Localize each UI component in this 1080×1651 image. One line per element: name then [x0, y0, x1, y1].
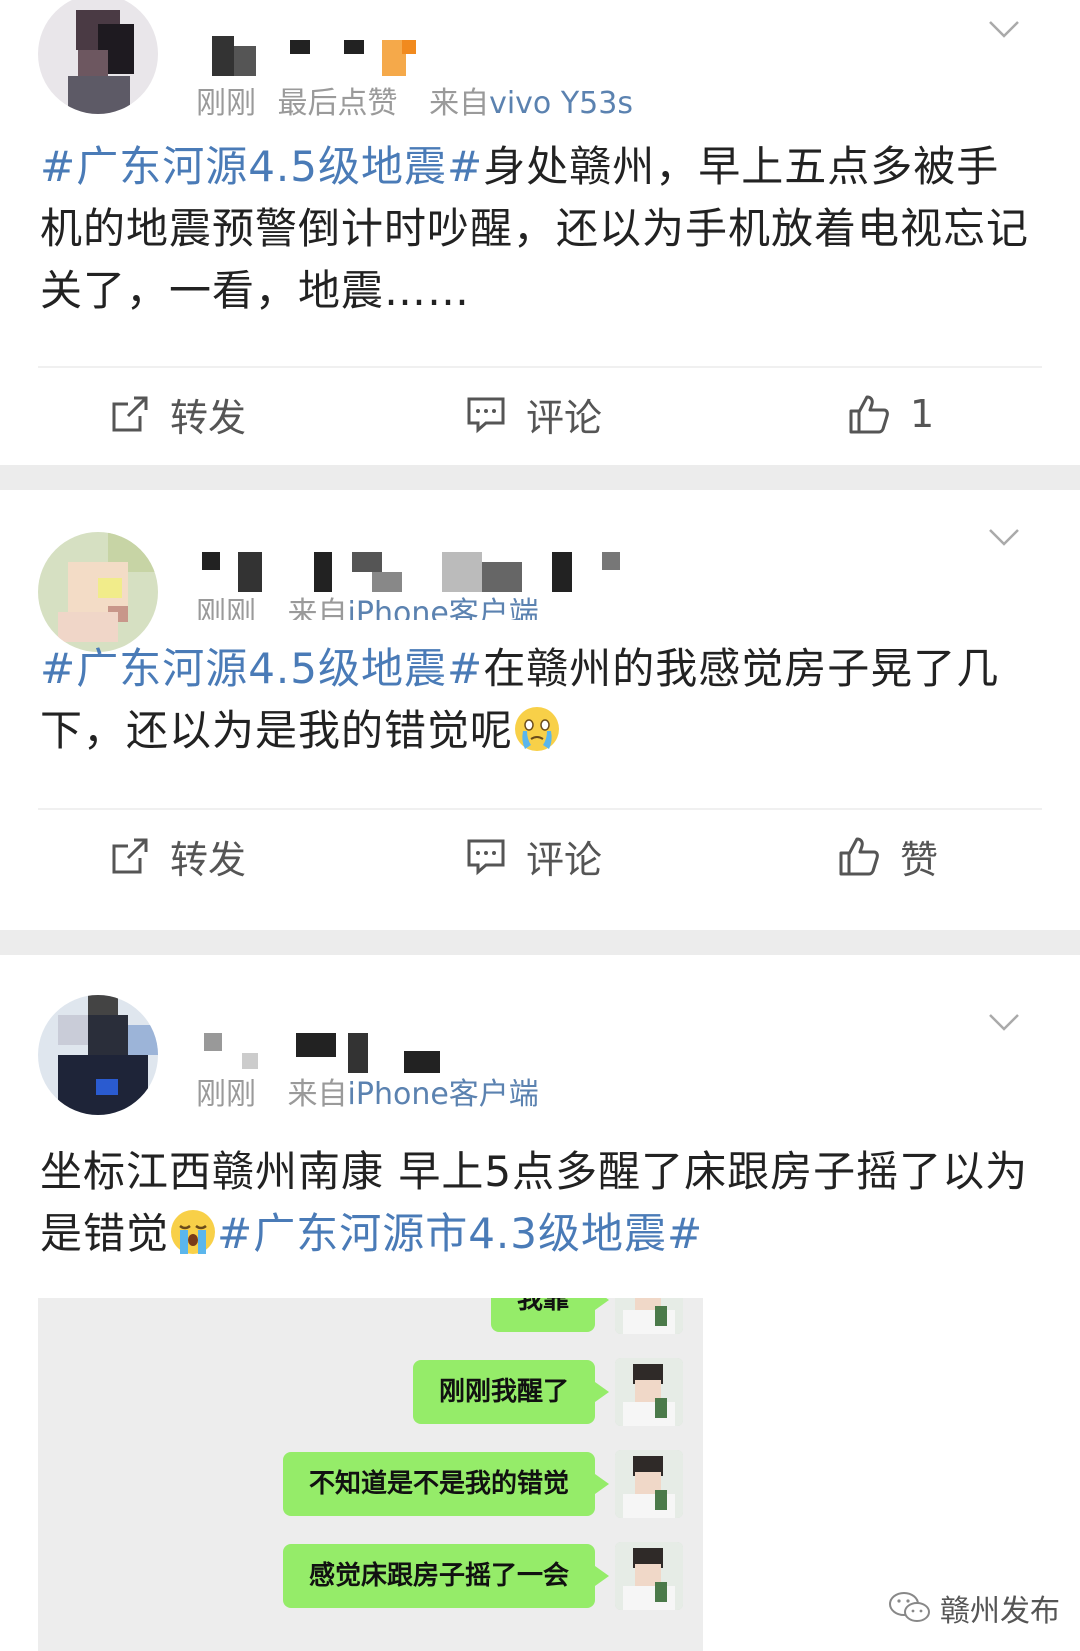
comment-icon: [467, 397, 505, 434]
divider: [38, 366, 1042, 368]
thumbs-up-icon: [849, 395, 889, 434]
thumbs-up-icon: [839, 837, 879, 876]
repost-button[interactable]: 转发: [110, 374, 246, 454]
chat-message: 刚刚我醒了: [438, 1377, 569, 1407]
source-prefix: 来自: [429, 86, 490, 121]
chat-bubble: 感觉床跟房子摇了一会: [282, 1544, 610, 1608]
hashtag-link[interactable]: #广东河源4.5级地震#: [40, 142, 483, 191]
chat-avatar: [615, 1542, 683, 1610]
post-meta: 刚刚 最后点赞 来自vivo Y53s: [196, 78, 633, 122]
feed-separator: [0, 930, 1080, 955]
last-like-label: 最后点赞: [277, 86, 398, 121]
post-time: 刚刚: [196, 1077, 256, 1112]
chat-screenshot-image[interactable]: 我靠 刚刚我醒了 不知道是不是我的错觉 感觉床跟房子摇了一会: [38, 1298, 703, 1651]
chat-message: 不知道是不是我的错觉: [308, 1469, 569, 1499]
username-blurred[interactable]: [212, 36, 416, 76]
comment-icon: [467, 839, 505, 876]
device-link[interactable]: iPhone客户端: [348, 1077, 539, 1112]
chevron-down-icon[interactable]: [988, 1005, 1020, 1037]
crying-face-icon: [515, 707, 560, 751]
username-blurred[interactable]: [202, 552, 622, 592]
avatar[interactable]: [38, 532, 158, 652]
post-card-1: 刚刚 最后点赞 来自vivo Y53s #广东河源4.5级地震#身处赣州，早上五…: [0, 0, 1080, 465]
repost-label: 转发: [170, 837, 247, 882]
post-text: #广东河源4.5级地震#在赣州的我感觉房子晃了几下，还以为是我的错觉呢: [40, 638, 1040, 762]
like-label: 赞: [900, 837, 939, 882]
feed-separator: [0, 465, 1080, 490]
chat-avatar: [615, 1450, 683, 1518]
like-button[interactable]: 1: [848, 374, 934, 454]
share-icon: [112, 396, 148, 432]
comment-label: 评论: [526, 837, 603, 882]
share-icon: [112, 838, 148, 874]
repost-label: 转发: [170, 395, 247, 440]
username-blurred[interactable]: [204, 1033, 444, 1073]
post-time: 刚刚: [196, 86, 256, 121]
watermark-text: 赣州发布: [940, 1594, 1060, 1629]
loudly-crying-face-icon: [171, 1210, 216, 1254]
chat-avatar: [615, 1298, 683, 1334]
wechat-icon: [889, 1592, 930, 1622]
hashtag-link[interactable]: #广东河源市4.3级地震#: [217, 1209, 703, 1258]
chevron-down-icon[interactable]: [988, 12, 1020, 44]
like-count: 1: [910, 392, 935, 436]
comment-button[interactable]: 评论: [466, 816, 602, 896]
comment-button[interactable]: 评论: [466, 374, 602, 454]
post-card-2: 刚刚 来自iPhone客户端 #广东河源4.5级地震#在赣州的我感觉房子晃了几下…: [0, 490, 1080, 930]
chat-avatar: [615, 1358, 683, 1426]
chat-message: 感觉床跟房子摇了一会: [308, 1561, 569, 1591]
avatar[interactable]: [38, 0, 158, 114]
post-meta: 刚刚 来自iPhone客户端: [196, 1069, 539, 1113]
chat-bubble: 刚刚我醒了: [412, 1360, 610, 1424]
source-prefix: 来自: [287, 1077, 348, 1112]
action-bar: 转发 评论 赞: [0, 816, 1080, 896]
source-prefix: 来自: [287, 596, 348, 620]
divider: [38, 808, 1042, 810]
hashtag-link[interactable]: #广东河源4.5级地震#: [40, 644, 483, 693]
device-link[interactable]: iPhone客户端: [348, 596, 539, 620]
post-text: 坐标江西赣州南康 早上5点多醒了床跟房子摇了以为是错觉 #广东河源市4.3级地震#: [40, 1141, 1040, 1265]
chat-message: 我靠: [516, 1298, 569, 1315]
comment-label: 评论: [526, 395, 603, 440]
device-link[interactable]: vivo Y53s: [489, 86, 633, 121]
like-button[interactable]: 赞: [838, 816, 938, 896]
chat-bubble: 不知道是不是我的错觉: [282, 1452, 610, 1516]
post-text: #广东河源4.5级地震#身处赣州，早上五点多被手机的地震预警倒计时吵醒，还以为手…: [40, 136, 1040, 322]
post-time: 刚刚: [196, 596, 256, 620]
post-meta: 刚刚 来自iPhone客户端: [196, 588, 539, 620]
action-bar: 转发 评论 1: [0, 374, 1080, 454]
repost-button[interactable]: 转发: [110, 816, 246, 896]
chat-bubble: 我靠: [490, 1298, 610, 1332]
avatar[interactable]: [38, 995, 158, 1115]
chevron-down-icon[interactable]: [988, 520, 1020, 552]
watermark: 赣州发布: [888, 1586, 1060, 1630]
